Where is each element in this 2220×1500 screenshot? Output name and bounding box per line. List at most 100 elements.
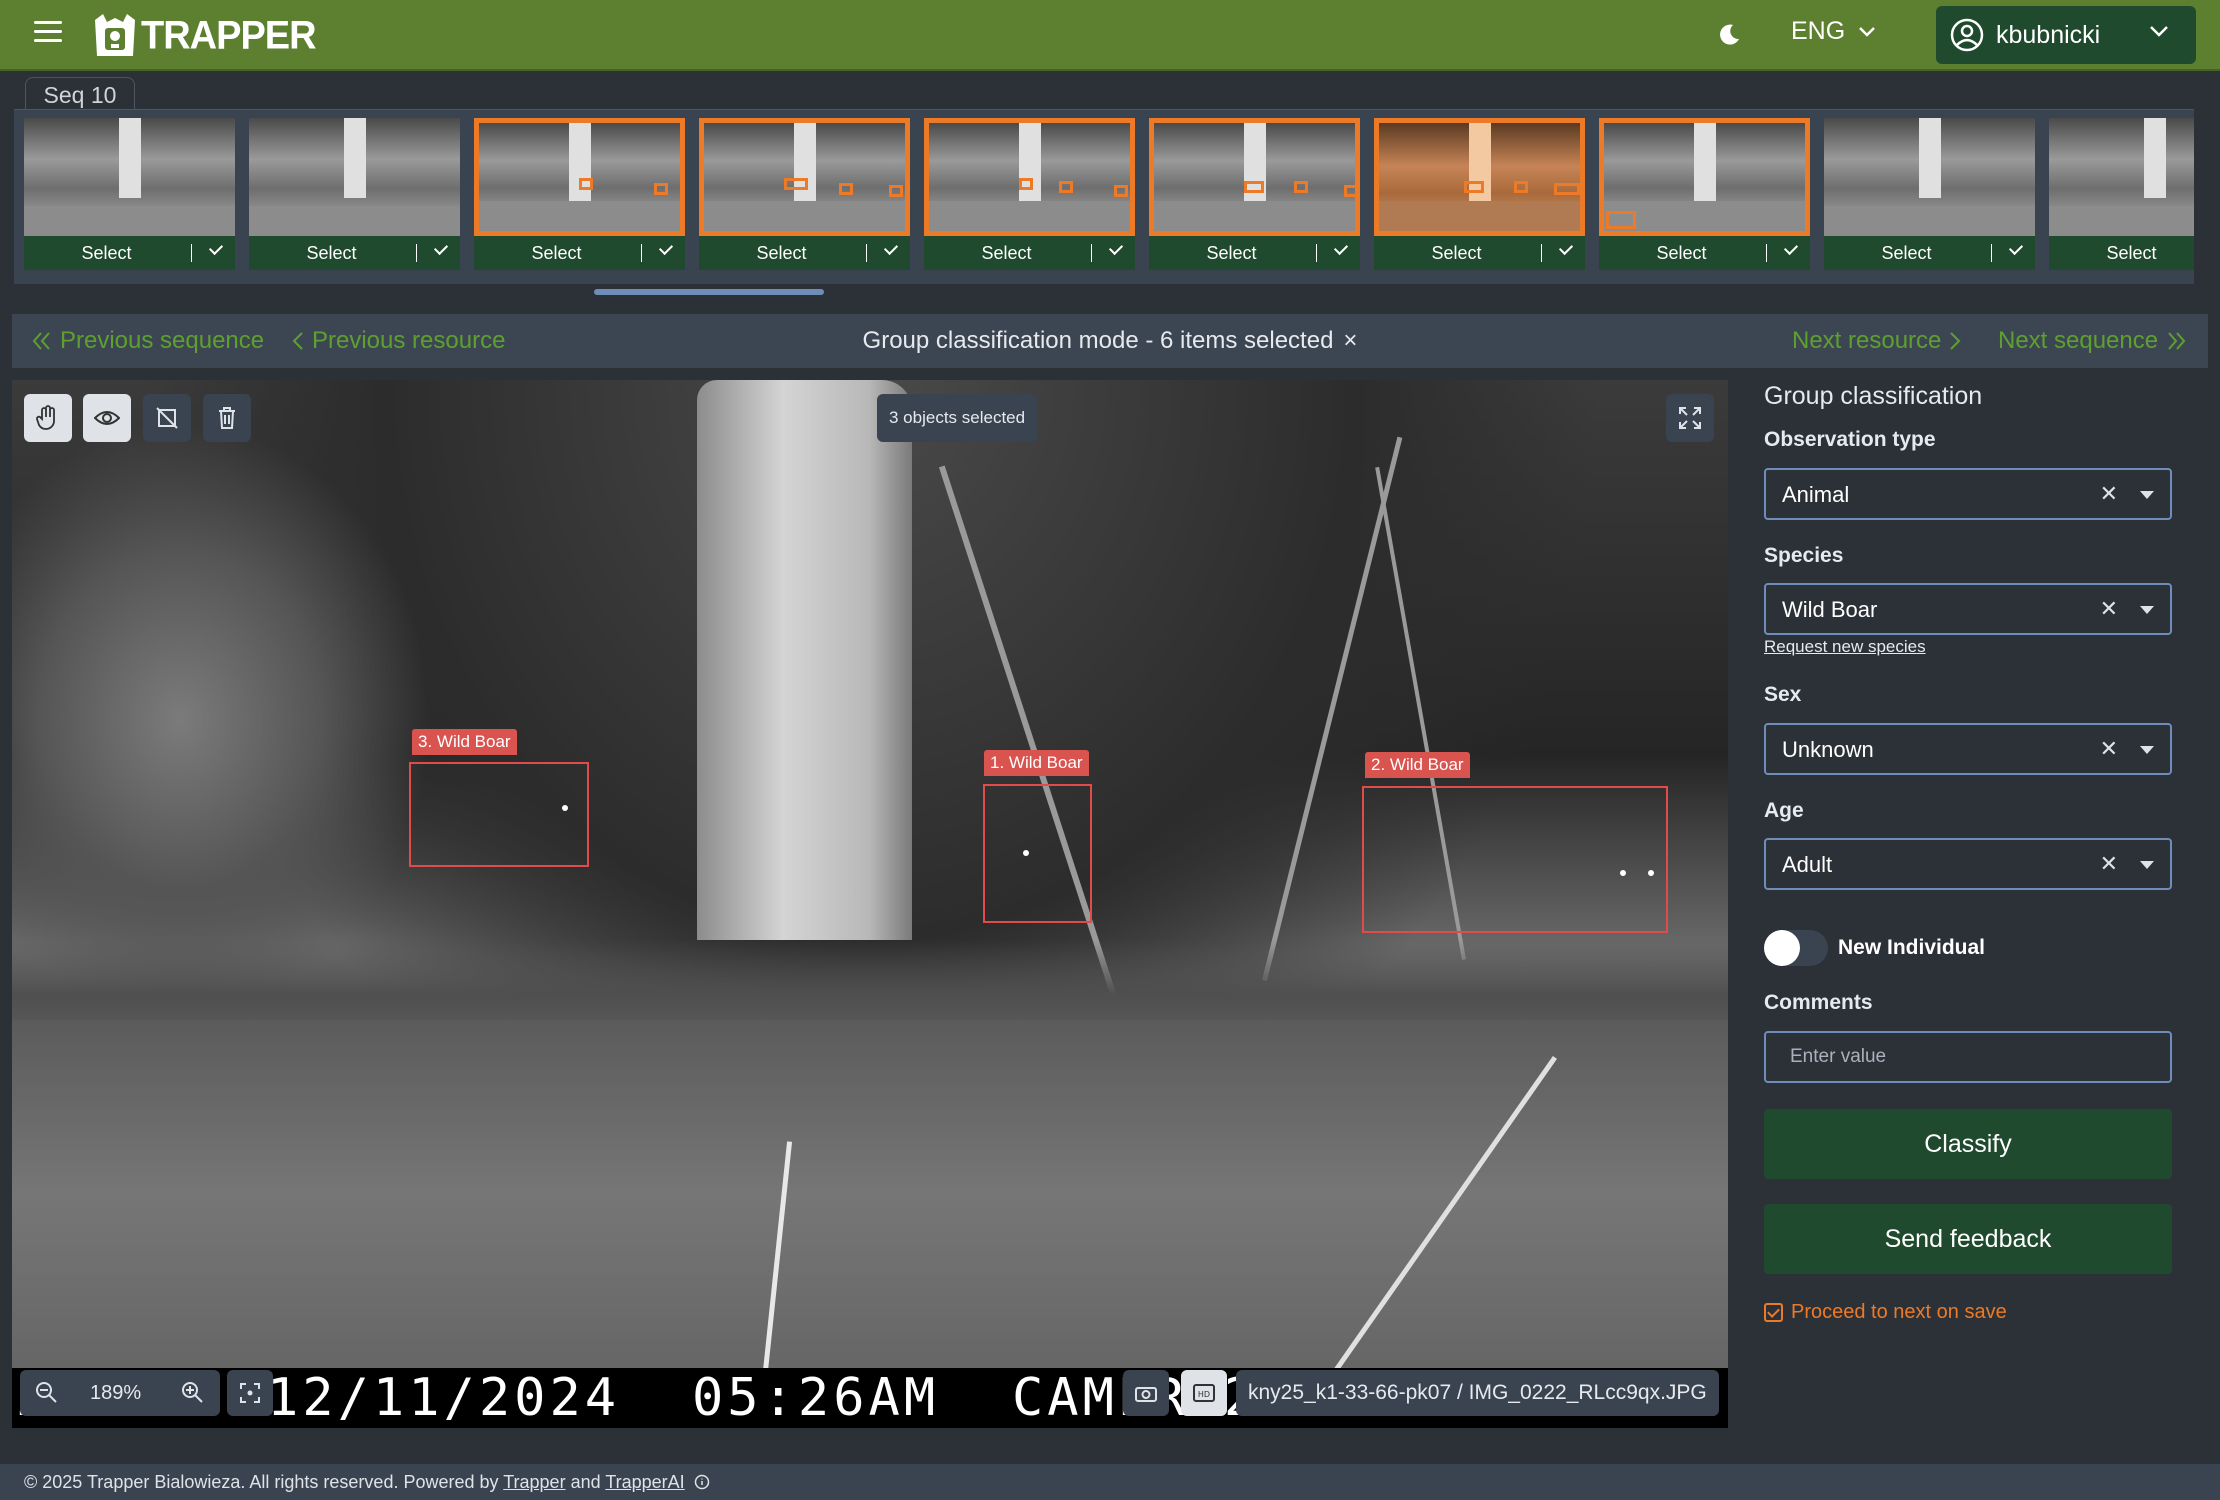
thumbnail-select-bar[interactable]: Select [249,236,460,270]
thumbnail-image[interactable] [2049,118,2194,236]
thumbnail-select-bar[interactable]: Select [1599,236,1810,270]
language-select[interactable]: ENG [1791,17,1876,46]
observation-type-select[interactable]: Animal ✕ [1764,468,2172,520]
trapper-link[interactable]: Trapper [503,1472,565,1492]
new-individual-toggle[interactable] [1764,930,1828,966]
thumbnail-image[interactable] [249,118,460,236]
hd-toggle-button[interactable]: HD [1181,1370,1227,1416]
bounding-box[interactable] [409,762,589,867]
proceed-to-next-checkbox[interactable]: Proceed to next on save [1764,1301,2007,1324]
zoom-out-icon[interactable] [34,1380,58,1404]
bounding-box[interactable] [983,784,1092,923]
check-icon[interactable] [883,240,899,256]
visibility-toggle[interactable] [83,394,131,442]
check-icon[interactable] [658,240,674,256]
thumbnail-selected[interactable]: Select [1374,118,1585,270]
sex-select[interactable]: Unknown ✕ [1764,723,2172,775]
thumbnail[interactable]: Select [24,118,235,270]
thumbnail-select-bar[interactable]: Select [474,236,685,270]
check-icon[interactable] [1333,240,1349,256]
thumbnail-select-bar[interactable]: Select [1374,236,1585,270]
delete-tool[interactable] [203,394,251,442]
dark-mode-icon[interactable] [1716,22,1742,48]
checkbox-checked-icon[interactable] [1764,1303,1783,1322]
fullscreen-button[interactable] [1666,394,1714,442]
select-label[interactable]: Select [1374,243,1539,264]
bounding-box[interactable] [1362,786,1668,933]
zoom-in-icon[interactable] [180,1380,204,1404]
age-select[interactable]: Adult ✕ [1764,838,2172,890]
thumbnail-image[interactable] [699,118,910,236]
logo[interactable]: TRAPPER [93,13,317,58]
bbox-label[interactable]: 1. Wild Boar [984,750,1089,776]
select-label[interactable]: Select [1599,243,1764,264]
check-icon[interactable] [2008,240,2024,256]
select-label[interactable]: Select [2049,243,2194,264]
thumbnail-select-bar[interactable]: Select [24,236,235,270]
select-label[interactable]: Select [699,243,864,264]
thumbnail-select-bar[interactable]: Select [699,236,910,270]
thumbnail-select-bar[interactable]: Select [2049,236,2194,270]
caret-down-icon[interactable] [2140,746,2154,754]
pan-hand-tool[interactable] [24,394,72,442]
check-icon[interactable] [1558,240,1574,256]
thumbnail-image[interactable] [1149,118,1360,236]
bbox-label[interactable]: 2. Wild Boar [1365,752,1470,778]
select-label[interactable]: Select [1149,243,1314,264]
check-icon[interactable] [1783,240,1799,256]
thumbnail-image[interactable] [1374,118,1585,236]
strip-scrollbar[interactable] [594,289,824,295]
caret-down-icon[interactable] [2140,606,2154,614]
thumbnail-select-bar[interactable]: Select [924,236,1135,270]
select-label[interactable]: Select [1824,243,1989,264]
fit-to-screen-button[interactable] [227,1370,273,1416]
classify-button[interactable]: Classify [1764,1109,2172,1179]
thumbnail[interactable]: Select [249,118,460,270]
clear-icon[interactable]: ✕ [2100,851,2118,877]
trapperai-link[interactable]: TrapperAI [605,1472,684,1492]
species-select[interactable]: Wild Boar ✕ [1764,583,2172,635]
next-sequence-link[interactable]: Next sequence [1998,327,2186,355]
check-icon[interactable] [433,240,449,256]
thumbnail-selected[interactable]: Select [699,118,910,270]
camera-info-button[interactable] [1123,1370,1169,1416]
bbox-label[interactable]: 3. Wild Boar [412,729,517,755]
clear-icon[interactable]: ✕ [2100,736,2118,762]
user-menu-button[interactable]: kbubnicki [1936,6,2196,64]
image-viewer[interactable]: 3. Wild Boar 1. Wild Boar 2. Wild Boar 3… [12,380,1728,1428]
select-label[interactable]: Select [249,243,414,264]
camera-trap-photo[interactable]: 3. Wild Boar 1. Wild Boar 2. Wild Boar [12,380,1728,1403]
select-label[interactable]: Select [474,243,639,264]
send-feedback-button[interactable]: Send feedback [1764,1204,2172,1274]
thumbnail-selected[interactable]: Select [1599,118,1810,270]
thumbnail-strip[interactable]: Select Select Select Select Select Selec… [14,109,2194,284]
clear-icon[interactable]: ✕ [2100,596,2118,622]
thumbnail-select-bar[interactable]: Select [1149,236,1360,270]
thumbnail-selected[interactable]: Select [474,118,685,270]
select-label[interactable]: Select [24,243,189,264]
caret-down-icon[interactable] [2140,491,2154,499]
caret-down-icon[interactable] [2140,861,2154,869]
thumbnail-image[interactable] [1824,118,2035,236]
thumbnail[interactable]: Select [1824,118,2035,270]
thumbnail-select-bar[interactable]: Select [1824,236,2035,270]
sequence-tab[interactable]: Seq 10 [25,77,135,111]
thumbnail-selected[interactable]: Select [924,118,1135,270]
thumbnail-image[interactable] [1599,118,1810,236]
info-icon[interactable] [694,1474,710,1490]
select-label[interactable]: Select [924,243,1089,264]
thumbnail-image[interactable] [474,118,685,236]
comments-input[interactable] [1766,1033,2170,1081]
hide-boxes-tool[interactable] [143,394,191,442]
check-icon[interactable] [1108,240,1124,256]
thumbnail-image[interactable] [24,118,235,236]
clear-icon[interactable]: ✕ [2100,481,2118,507]
exit-group-mode-button[interactable]: × [1343,327,1357,354]
request-new-species-link[interactable]: Request new species [1764,637,1926,657]
thumbnail[interactable]: Select [2049,118,2194,270]
next-resource-link[interactable]: Next resource [1792,327,1961,355]
check-icon[interactable] [208,240,224,256]
comments-field[interactable] [1764,1031,2172,1083]
thumbnail-image[interactable] [924,118,1135,236]
thumbnail-selected[interactable]: Select [1149,118,1360,270]
